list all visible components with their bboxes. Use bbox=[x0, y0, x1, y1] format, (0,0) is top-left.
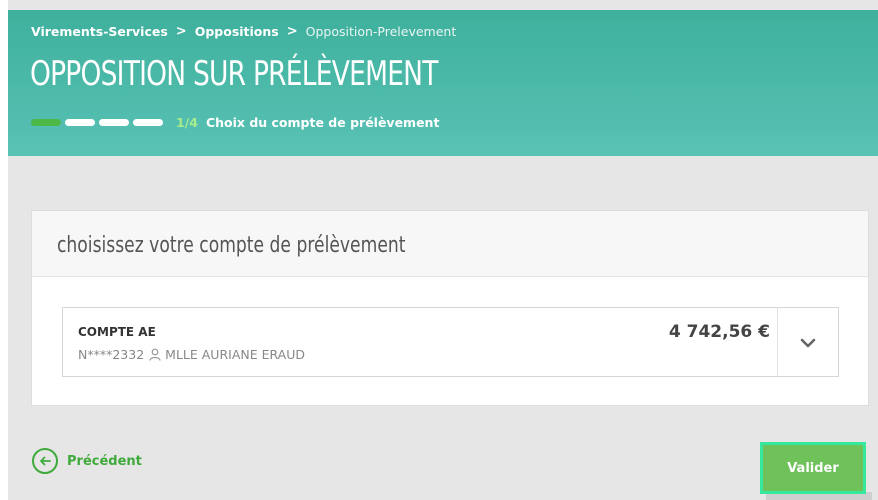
progress-segment-1 bbox=[31, 119, 61, 126]
account-selection-card: choisissez votre compte de prélèvement C… bbox=[31, 210, 869, 406]
previous-button[interactable]: Précédent bbox=[32, 448, 142, 474]
account-holder: MLLE AURIANE ERAUD bbox=[165, 347, 306, 362]
previous-label: Précédent bbox=[67, 453, 142, 469]
account-name: COMPTE AE bbox=[78, 325, 156, 339]
breadcrumb-separator-icon: > bbox=[175, 24, 187, 39]
account-details: N****2332 MLLE AURIANE ERAUD bbox=[78, 347, 305, 362]
page-header: Virements-Services > Oppositions > Oppos… bbox=[8, 10, 878, 156]
breadcrumb-separator-icon: > bbox=[286, 24, 298, 39]
breadcrumb-item-oppositions[interactable]: Oppositions bbox=[195, 24, 279, 39]
breadcrumb: Virements-Services > Oppositions > Oppos… bbox=[31, 24, 456, 39]
account-balance: 4 742,56 € bbox=[668, 322, 770, 342]
account-select[interactable]: COMPTE AE N****2332 MLLE AURIANE ERAUD 4… bbox=[62, 307, 839, 377]
validate-focus-ring: Valider bbox=[760, 442, 866, 494]
breadcrumb-item-virements-services[interactable]: Virements-Services bbox=[31, 24, 168, 39]
account-dropdown-button[interactable] bbox=[778, 308, 838, 376]
chevron-down-icon bbox=[800, 333, 816, 352]
breadcrumb-item-current: Opposition-Prelevement bbox=[305, 24, 457, 39]
account-number: N****2332 bbox=[78, 347, 145, 362]
page-title: OPPOSITION SUR PRÉLÈVEMENT bbox=[30, 54, 438, 94]
progress-segment-2 bbox=[65, 119, 95, 126]
progress-segment-3 bbox=[99, 119, 129, 126]
step-progress: 1/4 Choix du compte de prélèvement bbox=[31, 115, 439, 130]
step-label: Choix du compte de prélèvement bbox=[205, 115, 440, 130]
left-edge bbox=[0, 0, 8, 500]
card-title: choisissez votre compte de prélèvement bbox=[57, 233, 406, 258]
user-icon bbox=[149, 348, 161, 361]
validate-button[interactable]: Valider bbox=[763, 445, 863, 491]
arrow-left-icon bbox=[32, 448, 58, 474]
card-header: choisissez votre compte de prélèvement bbox=[32, 211, 868, 277]
step-counter: 1/4 bbox=[176, 115, 198, 130]
progress-segment-4 bbox=[133, 119, 163, 126]
